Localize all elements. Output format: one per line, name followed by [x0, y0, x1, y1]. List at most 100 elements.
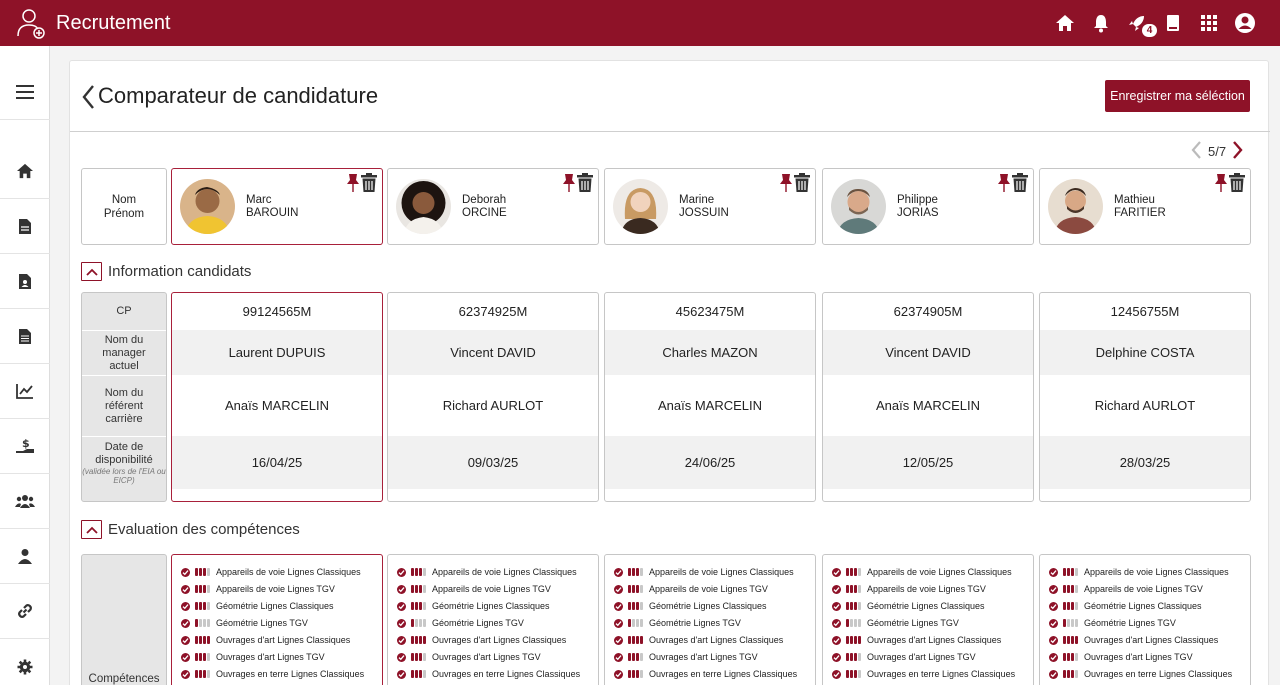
skill-row: Ouvrages en terre Lignes Classiques — [832, 667, 1015, 681]
skill-name: Géométrie Lignes TGV — [867, 618, 959, 628]
collapse-caret-icon[interactable] — [81, 262, 102, 281]
prev-chevron-icon[interactable] — [1190, 139, 1204, 164]
skill-level-bars — [628, 568, 643, 576]
skill-level-bar — [411, 636, 414, 644]
candidate-card[interactable]: Marc BAROUIN — [171, 168, 383, 245]
sidebar: $ — [0, 46, 50, 685]
trash-icon[interactable] — [1011, 173, 1029, 193]
info-section-header[interactable]: Information candidats — [81, 262, 251, 281]
link-icon[interactable] — [0, 584, 50, 639]
file-list-icon[interactable] — [0, 309, 50, 364]
check-circle-icon — [832, 584, 841, 594]
skill-name: Ouvrages en terre Lignes Classiques — [649, 669, 798, 679]
apps-grid-icon[interactable] — [1198, 12, 1220, 34]
collapse-caret-icon[interactable] — [81, 520, 102, 539]
skill-level-bar — [854, 653, 857, 661]
section-title: Information candidats — [108, 263, 252, 280]
home-icon[interactable] — [1054, 12, 1076, 34]
candidate-first-name: Deborah — [462, 194, 507, 206]
candidate-card[interactable]: Philippe JORIAS — [822, 168, 1034, 245]
skill-level-bar — [858, 585, 861, 593]
check-circle-icon — [1049, 618, 1058, 628]
next-chevron-icon[interactable] — [1230, 139, 1244, 164]
check-circle-icon — [181, 567, 190, 577]
skill-level-bar — [411, 619, 414, 627]
skill-name: Ouvrages d'art Lignes TGV — [867, 652, 976, 662]
skill-level-bars — [1063, 585, 1078, 593]
skill-name: Géométrie Lignes TGV — [649, 618, 741, 628]
document-icon[interactable] — [0, 199, 50, 254]
group-users-icon[interactable] — [0, 474, 50, 529]
candidate-card[interactable]: Mathieu FARITIER — [1039, 168, 1251, 245]
money-hand-icon[interactable]: $ — [0, 419, 50, 474]
skill-name: Ouvrages d'art Lignes Classiques — [216, 635, 351, 645]
chart-line-icon[interactable] — [0, 364, 50, 419]
skill-level-bar — [419, 619, 422, 627]
candidate-last-name: FARITIER — [1114, 207, 1166, 219]
avatar — [1048, 179, 1103, 234]
bell-icon[interactable] — [1090, 12, 1112, 34]
skill-level-bars — [411, 602, 426, 610]
candidate-last-name: JORIAS — [897, 207, 939, 219]
skill-row: Ouvrages en terre Lignes Classiques — [397, 667, 580, 681]
check-circle-icon — [1049, 584, 1058, 594]
back-chevron-icon[interactable] — [80, 83, 98, 111]
book-icon[interactable] — [1162, 12, 1184, 34]
skill-name: Géométrie Lignes Classiques — [216, 601, 334, 611]
skill-level-bars — [195, 653, 210, 661]
pin-icon[interactable] — [346, 173, 360, 193]
skill-row: Ouvrages en terre Lignes Classiques — [181, 667, 364, 681]
skill-level-bar — [640, 585, 643, 593]
trash-icon[interactable] — [360, 173, 378, 193]
check-circle-icon — [614, 669, 623, 679]
rocket-icon[interactable]: 4 — [1126, 12, 1157, 37]
skill-name: Ouvrages en terre Lignes Classiques — [432, 669, 581, 679]
sidebar-home-icon[interactable] — [0, 144, 50, 199]
skills-section-header[interactable]: Evaluation des compétences — [81, 520, 300, 539]
skill-level-bars — [411, 653, 426, 661]
skill-level-bar — [195, 602, 198, 610]
trash-icon[interactable] — [793, 173, 811, 193]
skills-label-column: Compétences — [81, 554, 167, 685]
skill-level-bar — [423, 636, 426, 644]
skill-level-bar — [636, 653, 639, 661]
skill-level-bar — [1067, 670, 1070, 678]
skill-name: Géométrie Lignes Classiques — [432, 601, 550, 611]
pin-icon[interactable] — [779, 173, 793, 193]
referent-value: Richard AURLOT — [442, 398, 544, 413]
skill-level-bars — [846, 568, 861, 576]
skill-level-bar — [640, 670, 643, 678]
candidate-card[interactable]: Marine JOSSUIN — [604, 168, 816, 245]
skill-level-bar — [1075, 636, 1078, 644]
save-selection-button[interactable]: Enregistrer ma séléction — [1105, 80, 1250, 112]
skill-row: Géométrie Lignes TGV — [614, 616, 741, 630]
skill-name: Appareils de voie Lignes Classiques — [649, 567, 794, 577]
skill-row: Ouvrages en terre Lignes Classiques — [614, 667, 797, 681]
skill-name: Ouvrages en terre Lignes Classiques — [216, 669, 365, 679]
candidate-first-name: Marc — [246, 194, 272, 206]
skill-row: Appareils de voie Lignes TGV — [1049, 582, 1203, 596]
skill-name: Ouvrages d'art Lignes Classiques — [867, 635, 1002, 645]
candidate-info-column: 62374925M Vincent DAVID Richard AURLOT 0… — [387, 292, 599, 502]
skill-level-bar — [846, 602, 849, 610]
pin-icon[interactable] — [1214, 173, 1228, 193]
skill-row: Géométrie Lignes Classiques — [397, 599, 550, 613]
profile-document-icon[interactable] — [0, 254, 50, 309]
user-icon[interactable] — [0, 529, 50, 584]
skill-level-bar — [850, 670, 853, 678]
manager-value: Delphine COSTA — [1040, 330, 1250, 375]
trash-icon[interactable] — [576, 173, 594, 193]
settings-gear-icon[interactable] — [0, 639, 50, 685]
skill-level-bar — [423, 568, 426, 576]
menu-icon[interactable] — [0, 65, 50, 120]
skill-level-bar — [207, 585, 210, 593]
user-account-icon[interactable] — [1234, 12, 1256, 34]
trash-icon[interactable] — [1228, 173, 1246, 193]
skill-level-bar — [419, 636, 422, 644]
check-circle-icon — [614, 652, 623, 662]
pin-icon[interactable] — [997, 173, 1011, 193]
candidate-card[interactable]: Deborah ORCINE — [387, 168, 599, 245]
skill-level-bar — [854, 568, 857, 576]
pin-icon[interactable] — [562, 173, 576, 193]
cp-value: 45623475M — [675, 304, 745, 319]
